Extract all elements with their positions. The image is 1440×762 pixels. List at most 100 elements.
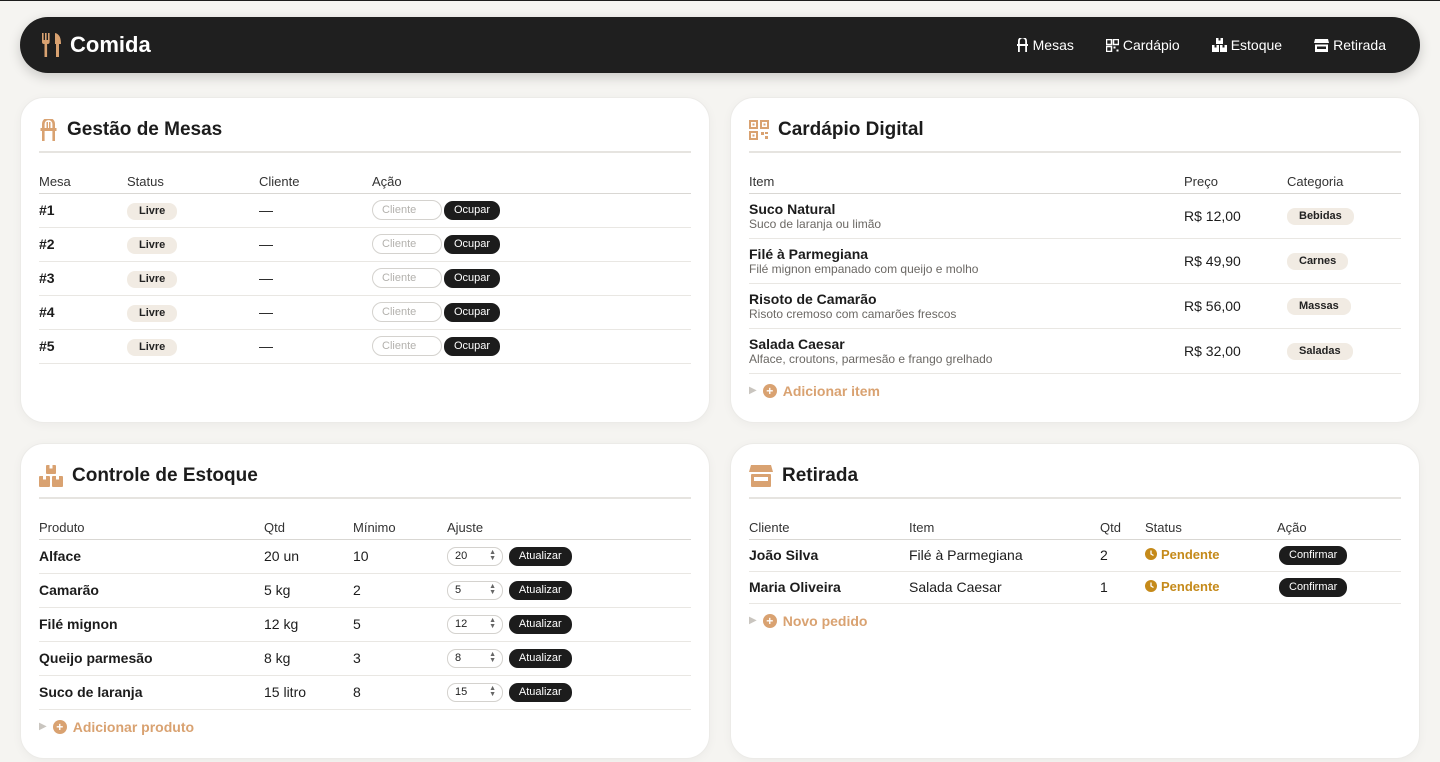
boxes-icon — [39, 464, 63, 487]
mesa-number: #4 — [39, 295, 127, 330]
stepper-arrows-icon[interactable]: ▲ ▼ — [489, 685, 496, 698]
order-qtd: 2 — [1100, 539, 1145, 572]
stepper-arrows-icon[interactable]: ▲ ▼ — [489, 617, 496, 630]
col-header-qtd: Qtd — [264, 499, 353, 540]
mesa-cliente: — — [259, 227, 372, 262]
status-badge: Pendente — [1145, 547, 1220, 562]
brand[interactable]: Comida — [40, 32, 151, 58]
table-row: Suco Natural Suco de laranja ou limão R$ … — [749, 193, 1401, 239]
col-header-cliente: Cliente — [749, 499, 909, 540]
status-badge: Livre — [127, 236, 178, 254]
produto-qtd: 12 kg — [264, 607, 353, 642]
col-header-item: Item — [909, 499, 1100, 540]
col-header-mesa: Mesa — [39, 153, 127, 194]
add-item-toggle[interactable]: ▶ + Adicionar item — [749, 383, 1401, 399]
item-price: R$ 49,90 — [1184, 238, 1287, 284]
atualizar-button[interactable]: Atualizar — [508, 580, 572, 600]
atualizar-button[interactable]: Atualizar — [508, 546, 572, 566]
item-description: Suco de laranja ou limão — [749, 216, 882, 231]
ajuste-stepper[interactable]: 5 ▲ ▼ — [447, 580, 503, 600]
novo-pedido-toggle[interactable]: ▶ + Novo pedido — [749, 613, 1401, 629]
novo-pedido-label: Novo pedido — [782, 612, 868, 629]
ocupar-button[interactable]: Ocupar — [444, 268, 501, 288]
cliente-input[interactable] — [372, 200, 442, 220]
ajuste-stepper[interactable]: 8 ▲ ▼ — [447, 648, 503, 668]
produto-minimo: 5 — [353, 607, 447, 642]
add-produto-label: Adicionar produto — [72, 718, 195, 735]
mesa-cliente: — — [259, 261, 372, 296]
nav-link-mesas[interactable]: Mesas — [1016, 37, 1074, 53]
item-price: R$ 12,00 — [1184, 193, 1287, 239]
brand-name: Comida — [70, 32, 151, 57]
item-price: R$ 32,00 — [1184, 328, 1287, 374]
cliente-input[interactable] — [372, 234, 442, 254]
retirada-table: Cliente Item Qtd Status Ação João Silva … — [749, 499, 1401, 604]
status-badge: Livre — [127, 270, 178, 288]
atualizar-button[interactable]: Atualizar — [508, 614, 572, 634]
atualizar-button[interactable]: Atualizar — [508, 682, 572, 702]
confirmar-button[interactable]: Confirmar — [1279, 545, 1348, 565]
ocupar-button[interactable]: Ocupar — [444, 336, 501, 356]
table-row: Risoto de Camarão Risoto cremoso com cama… — [749, 283, 1401, 329]
stepper-arrows-icon[interactable]: ▲ ▼ — [489, 549, 496, 562]
nav-link-cardapio[interactable]: Cardápio — [1105, 37, 1180, 53]
table-row: #3 Livre — Ocupar — [39, 261, 691, 296]
produto-minimo: 8 — [353, 675, 447, 710]
store-icon — [1314, 38, 1330, 52]
ajuste-stepper[interactable]: 15 ▲ ▼ — [447, 682, 503, 702]
cliente-input[interactable] — [372, 336, 442, 356]
mesa-number: #3 — [39, 261, 127, 296]
table-row: Camarão 5 kg 2 5 ▲ ▼ Atualizar — [39, 573, 691, 608]
confirmar-button[interactable]: Confirmar — [1279, 577, 1348, 597]
plus-circle-icon: + — [762, 613, 777, 628]
mesa-number: #1 — [39, 193, 127, 228]
item-description: Alface, croutons, parmesão e frango grel… — [749, 351, 993, 366]
produto-minimo: 2 — [353, 573, 447, 608]
produto-name: Queijo parmesão — [39, 641, 264, 676]
clock-icon — [1145, 548, 1157, 561]
qr-grid-icon — [749, 119, 769, 140]
ajuste-stepper[interactable]: 12 ▲ ▼ — [447, 614, 503, 634]
ajuste-stepper[interactable]: 20 ▲ ▼ — [447, 546, 503, 566]
atualizar-button[interactable]: Atualizar — [508, 648, 572, 668]
cliente-input[interactable] — [372, 268, 442, 288]
boxes-icon — [1211, 38, 1227, 52]
col-header-qtd: Qtd — [1100, 499, 1145, 540]
stepper-arrows-icon[interactable]: ▲ ▼ — [489, 583, 496, 596]
ocupar-button[interactable]: Ocupar — [444, 200, 501, 220]
col-header-status: Status — [127, 153, 259, 194]
table-row: Queijo parmesão 8 kg 3 8 ▲ ▼ Atualizar — [39, 641, 691, 676]
item-description: Risoto cremoso com camarões frescos — [749, 306, 957, 321]
item-name: Filé à Parmegiana — [749, 245, 869, 262]
chair-icon — [1016, 38, 1029, 52]
nav-link-retirada[interactable]: Retirada — [1314, 37, 1386, 53]
mesas-card: Gestão de Mesas Mesa Status Cliente Ação… — [20, 97, 710, 423]
item-name: Suco Natural — [749, 200, 836, 217]
produto-qtd: 20 un — [264, 539, 353, 574]
mesas-title: Gestão de Mesas — [67, 118, 223, 140]
status-badge: Pendente — [1145, 579, 1220, 594]
produto-name: Camarão — [39, 573, 264, 608]
category-badge: Bebidas — [1287, 208, 1354, 225]
order-item: Salada Caesar — [909, 571, 1100, 604]
nav-link-estoque[interactable]: Estoque — [1211, 37, 1282, 53]
qr-grid-icon — [1105, 38, 1119, 52]
cardapio-card-header: Cardápio Digital — [749, 98, 1401, 153]
status-badge: Livre — [127, 338, 178, 356]
stepper-arrows-icon[interactable]: ▲ ▼ — [489, 651, 496, 664]
ocupar-button[interactable]: Ocupar — [444, 302, 501, 322]
table-row: #1 Livre — Ocupar — [39, 193, 691, 228]
produto-minimo: 10 — [353, 539, 447, 574]
cliente-input[interactable] — [372, 302, 442, 322]
utensils-icon — [40, 32, 64, 58]
col-header-acao: Ação — [372, 153, 691, 194]
estoque-title: Controle de Estoque — [72, 464, 258, 486]
col-header-acao: Ação — [1277, 499, 1401, 540]
produto-qtd: 15 litro — [264, 675, 353, 710]
ocupar-button[interactable]: Ocupar — [444, 234, 501, 254]
table-row: #5 Livre — Ocupar — [39, 329, 691, 364]
add-produto-toggle[interactable]: ▶ + Adicionar produto — [39, 719, 691, 735]
col-header-preco: Preço — [1184, 153, 1287, 194]
status-badge: Livre — [127, 202, 178, 220]
item-name: Risoto de Camarão — [749, 290, 877, 307]
